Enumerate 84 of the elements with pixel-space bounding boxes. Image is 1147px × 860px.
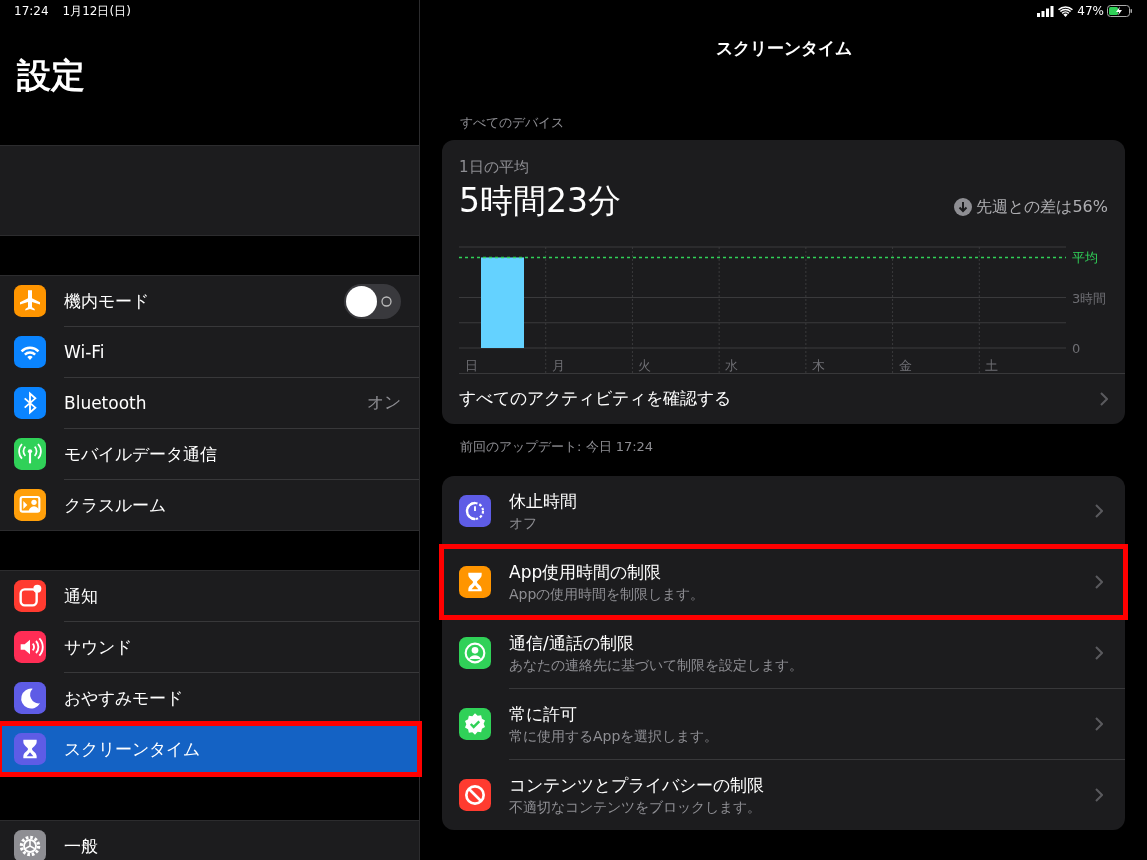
option-subtitle: あなたの連絡先に基づいて制限を設定します。: [509, 655, 804, 675]
change-text: 先週との差は56%: [976, 195, 1108, 218]
sidebar-item[interactable]: Wi-Fi: [0, 327, 419, 377]
settings-app-icon: [14, 336, 46, 368]
option-row[interactable]: 通信/通話の制限 あなたの連絡先に基づいて制限を設定します。: [442, 617, 1125, 688]
axis-tick-label: 日: [465, 357, 478, 373]
chevron-icon: [1100, 391, 1108, 406]
axis-tick-label: 3時間: [1072, 290, 1107, 305]
chevron-icon: [1095, 716, 1103, 731]
feature-icon: [459, 778, 491, 811]
option-row[interactable]: App使用時間の制限 Appの使用時間を制限します。: [442, 546, 1125, 617]
axis-tick-label: 火: [638, 357, 652, 373]
wifi-icon: [1058, 5, 1074, 17]
item-label: 一般: [64, 834, 99, 858]
sidebar-item[interactable]: クラスルーム: [0, 480, 419, 530]
item-label: Wi-Fi: [64, 340, 106, 364]
option-row[interactable]: 休止時間 オフ: [442, 475, 1125, 546]
sidebar-item[interactable]: スクリーンタイム: [0, 724, 419, 774]
settings-app-icon: [14, 631, 46, 663]
item-label: おやすみモード: [64, 686, 184, 710]
toggle-switch[interactable]: [344, 283, 401, 319]
feature-icon: [459, 494, 491, 527]
option-title: コンテンツとプライバシーの制限: [509, 773, 765, 797]
feature-icon: [459, 636, 491, 669]
sidebar-item[interactable]: 一般: [0, 821, 419, 860]
item-label: スクリーンタイム: [64, 737, 201, 761]
item-label: Bluetooth: [64, 391, 148, 415]
option-title: App使用時間の制限: [509, 560, 663, 584]
chevron-icon: [1095, 503, 1103, 518]
axis-tick-label: 0: [1072, 340, 1081, 356]
chevron-icon: [1095, 787, 1103, 802]
item-value: オン: [367, 391, 401, 415]
sidebar-item[interactable]: モバイルデータ通信: [0, 429, 419, 479]
item-label: モバイルデータ通信: [64, 442, 218, 466]
status-date: 1月12日(日): [62, 3, 131, 20]
item-label: 機内モード: [64, 289, 150, 313]
feature-icon: [459, 707, 491, 740]
option-title: 通信/通話の制限: [509, 631, 635, 655]
settings-app-icon: [14, 733, 46, 765]
settings-app-icon: [14, 489, 46, 521]
caption: 1日の平均: [459, 157, 530, 178]
axis-tick-label: 月: [551, 357, 565, 373]
chevron-icon: [1095, 645, 1103, 660]
item-label: サウンド: [64, 635, 133, 659]
axis-tick-label: 木: [811, 357, 825, 373]
option-row[interactable]: 常に許可 常に使用するAppを選択します。: [442, 688, 1125, 759]
axis-tick-label: 土: [985, 357, 999, 373]
average-label: 平均: [1072, 249, 1098, 265]
item-label: 通知: [64, 584, 99, 608]
average-time: 5時間23分: [459, 179, 621, 222]
settings-app-icon: [14, 580, 46, 612]
option-title: 休止時間: [509, 489, 578, 513]
option-title: 常に許可: [509, 702, 578, 726]
link-label: すべてのアクティビティを確認する: [459, 386, 732, 410]
battery-icon: [1107, 5, 1133, 17]
sidebar-item[interactable]: 通知: [0, 571, 419, 621]
sidebar-item[interactable]: おやすみモード: [0, 673, 419, 723]
settings-app-icon: [14, 682, 46, 714]
settings-app-icon: [14, 387, 46, 419]
activity-link[interactable]: すべてのアクティビティを確認する: [442, 373, 1125, 424]
signal-icon: [1037, 5, 1055, 17]
toggle-off-icon: [381, 295, 392, 307]
option-subtitle: Appの使用時間を制限します。: [509, 584, 706, 604]
option-subtitle: 常に使用するAppを選択します。: [509, 726, 720, 746]
sidebar-item[interactable]: サウンド: [0, 622, 419, 672]
axis-tick-label: 金: [898, 357, 912, 373]
sidebar-item[interactable]: Bluetooth オン: [0, 378, 419, 428]
feature-icon: [459, 565, 491, 598]
section-label: すべてのデバイス: [460, 113, 564, 132]
settings-app-icon: [14, 438, 46, 470]
sidebar-title: 設定: [17, 54, 85, 97]
page-title: スクリーンタイム: [715, 37, 852, 60]
settings-app-icon: [14, 285, 46, 317]
option-subtitle: 不適切なコンテンツをブロックします。: [509, 797, 762, 817]
settings-app-icon: [14, 830, 46, 860]
item-label: クラスルーム: [64, 493, 167, 517]
axis-tick-label: 水: [725, 357, 739, 373]
option-row[interactable]: コンテンツとプライバシーの制限 不適切なコンテンツをブロックします。: [442, 759, 1125, 830]
status-time: 17:24: [14, 3, 49, 20]
sidebar-item[interactable]: 機内モード: [0, 276, 419, 326]
last-updated: 前回のアップデート: 今日 17:24: [460, 438, 654, 454]
option-subtitle: オフ: [509, 513, 538, 533]
chevron-icon: [1095, 574, 1103, 589]
battery-percent: 47%: [1077, 3, 1104, 20]
